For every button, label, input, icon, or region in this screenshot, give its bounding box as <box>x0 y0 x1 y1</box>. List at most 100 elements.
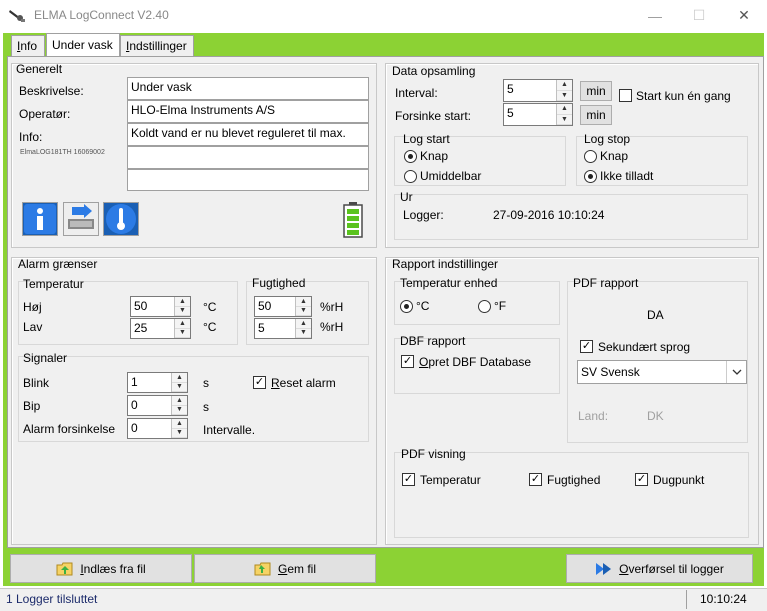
spin-up-icon: ▲ <box>172 396 187 406</box>
chevron-down-icon <box>726 361 746 383</box>
alarm-delay-label: Alarm forsinkelse <box>23 422 116 436</box>
temp-high-stepper[interactable]: 50 ▲ ▼ <box>130 296 191 317</box>
show-humidity-checkbox[interactable]: ✓ <box>529 473 542 486</box>
close-button[interactable]: ✕ <box>721 0 767 31</box>
beskrivelse-label: Beskrivelse: <box>19 84 84 98</box>
bip-unit: s <box>203 400 209 414</box>
language-select[interactable]: SV Svensk <box>577 360 747 384</box>
forward-arrow-icon <box>596 562 612 575</box>
tab-indstillinger[interactable]: Indstillinger <box>120 35 194 57</box>
humidity-high-stepper[interactable]: 50 ▲ ▼ <box>254 296 312 317</box>
log-start-knap-radio[interactable] <box>404 150 417 163</box>
interval-stepper[interactable]: 5 ▲ ▼ <box>503 79 573 102</box>
alarm-temp-title: Temperatur <box>23 277 84 291</box>
show-temperature-checkbox[interactable]: ✓ <box>402 473 415 486</box>
dbf-checkbox[interactable]: ✓ <box>401 355 414 368</box>
start-once-checkbox[interactable] <box>619 89 632 102</box>
temp-low-label: Lav <box>23 320 43 334</box>
spin-up-icon: ▲ <box>557 80 572 91</box>
delay-label: Forsinke start: <box>395 109 472 123</box>
info-field-line2[interactable] <box>127 146 369 169</box>
show-dewpoint-checkbox[interactable]: ✓ <box>635 473 648 486</box>
data-opsamling-title: Data opsamling <box>392 64 476 78</box>
info-field-line3[interactable] <box>127 169 369 191</box>
app-logo-icon <box>9 10 25 22</box>
alarm-humidity-title: Fugtighed <box>252 276 306 290</box>
humidity-low-unit: %rH <box>320 320 344 334</box>
spin-up-icon: ▲ <box>296 319 311 329</box>
celsius-radio[interactable] <box>400 300 413 313</box>
beskrivelse-field[interactable]: Under vask <box>127 77 369 100</box>
status-divider <box>686 590 687 609</box>
pdf-report-title: PDF rapport <box>573 276 639 290</box>
spin-down-icon: ▼ <box>557 91 572 101</box>
ur-title: Ur <box>400 190 413 204</box>
operator-field[interactable]: HLO-Elma Instruments A/S <box>127 100 369 123</box>
transfer-to-logger-button[interactable]: Overførsel til logger <box>566 554 753 583</box>
log-start-umiddelbar-radio[interactable] <box>404 170 417 183</box>
spin-down-icon: ▼ <box>557 115 572 125</box>
window-title: ELMA LogConnect V2.40 <box>34 8 169 22</box>
fahrenheit-radio[interactable] <box>478 300 491 313</box>
spin-up-icon: ▲ <box>175 319 190 329</box>
log-stop-title: Log stop <box>584 132 631 146</box>
spin-up-icon: ▲ <box>172 419 187 429</box>
status-bar <box>0 588 767 611</box>
bip-stepper[interactable]: 0 ▲ ▼ <box>127 395 188 416</box>
info-field-line1[interactable]: Koldt vand er nu blevet reguleret til ma… <box>127 123 369 146</box>
battery-icon <box>343 202 363 238</box>
alarm-delay-unit: Intervalle. <box>203 423 256 437</box>
signaler-title: Signaler <box>23 351 68 365</box>
fahrenheit-label: °F <box>494 299 507 313</box>
spin-up-icon: ▲ <box>172 373 187 383</box>
temp-low-stepper[interactable]: 25 ▲ ▼ <box>130 318 191 339</box>
log-stop-knap-radio[interactable] <box>584 150 597 163</box>
start-once-label: Start kun én gang <box>636 89 731 103</box>
logger-time-value: 27-09-2016 10:10:24 <box>493 208 605 222</box>
interval-unit-button[interactable]: min <box>580 81 612 101</box>
delay-stepper[interactable]: 5 ▲ ▼ <box>503 103 573 126</box>
status-message: 1 Logger tilsluttet <box>6 592 98 606</box>
log-stop-knap-label: Knap <box>600 149 629 163</box>
status-time: 10:10:24 <box>700 592 747 606</box>
maximize-icon: ☐ <box>692 7 706 23</box>
load-from-file-button[interactable]: Indlæs fra fil <box>10 554 192 583</box>
secondary-language-checkbox[interactable]: ✓ <box>580 340 593 353</box>
alarm-delay-stepper[interactable]: 0 ▲ ▼ <box>127 418 188 439</box>
pdf-visning-group <box>394 452 749 538</box>
save-file-button[interactable]: Gem fil <box>194 554 376 583</box>
spin-down-icon: ▼ <box>172 429 187 438</box>
reset-alarm-label: Reset alarm <box>271 376 336 390</box>
spin-up-icon: ▲ <box>296 297 311 307</box>
spin-down-icon: ▼ <box>175 329 190 338</box>
maximize-button[interactable]: ☐ <box>676 0 722 31</box>
alarm-title: Alarm grænser <box>18 257 98 271</box>
show-humidity-label: Fugtighed <box>547 473 601 487</box>
tab-under-vask[interactable]: Under vask <box>46 33 120 57</box>
secondary-language-label: Sekundært sprog <box>598 340 691 354</box>
spin-down-icon: ▼ <box>175 307 190 316</box>
pdf-visning-title: PDF visning <box>401 447 466 461</box>
operator-label: Operatør: <box>19 107 71 121</box>
temp-high-label: Høj <box>23 300 42 314</box>
show-dewpoint-label: Dugpunkt <box>653 473 705 487</box>
reset-alarm-checkbox[interactable]: ✓ <box>253 376 266 389</box>
temp-unit-title: Temperatur enhed <box>400 276 498 290</box>
rapport-title: Rapport indstillinger <box>392 257 499 271</box>
humidity-low-stepper[interactable]: 5 ▲ ▼ <box>254 318 312 339</box>
info-icon-button[interactable] <box>22 202 58 236</box>
dbf-label: Opret DBF Database <box>419 355 532 369</box>
blink-unit: s <box>203 376 209 390</box>
spin-down-icon: ▼ <box>172 383 187 392</box>
delay-unit-button[interactable]: min <box>580 105 612 125</box>
minimize-button[interactable]: — <box>632 0 678 31</box>
thermometer-button[interactable] <box>103 202 139 236</box>
download-logger-button[interactable] <box>63 202 99 236</box>
blink-stepper[interactable]: 1 ▲ ▼ <box>127 372 188 393</box>
tab-info[interactable]: Info <box>11 35 45 57</box>
log-stop-ikke-tilladt-radio[interactable] <box>584 170 597 183</box>
dbf-title: DBF rapport <box>400 334 466 348</box>
device-id: ElmaLOG181TH 16069002 <box>20 149 105 156</box>
log-start-knap-label: Knap <box>420 149 449 163</box>
info-label: Info: <box>19 130 43 144</box>
